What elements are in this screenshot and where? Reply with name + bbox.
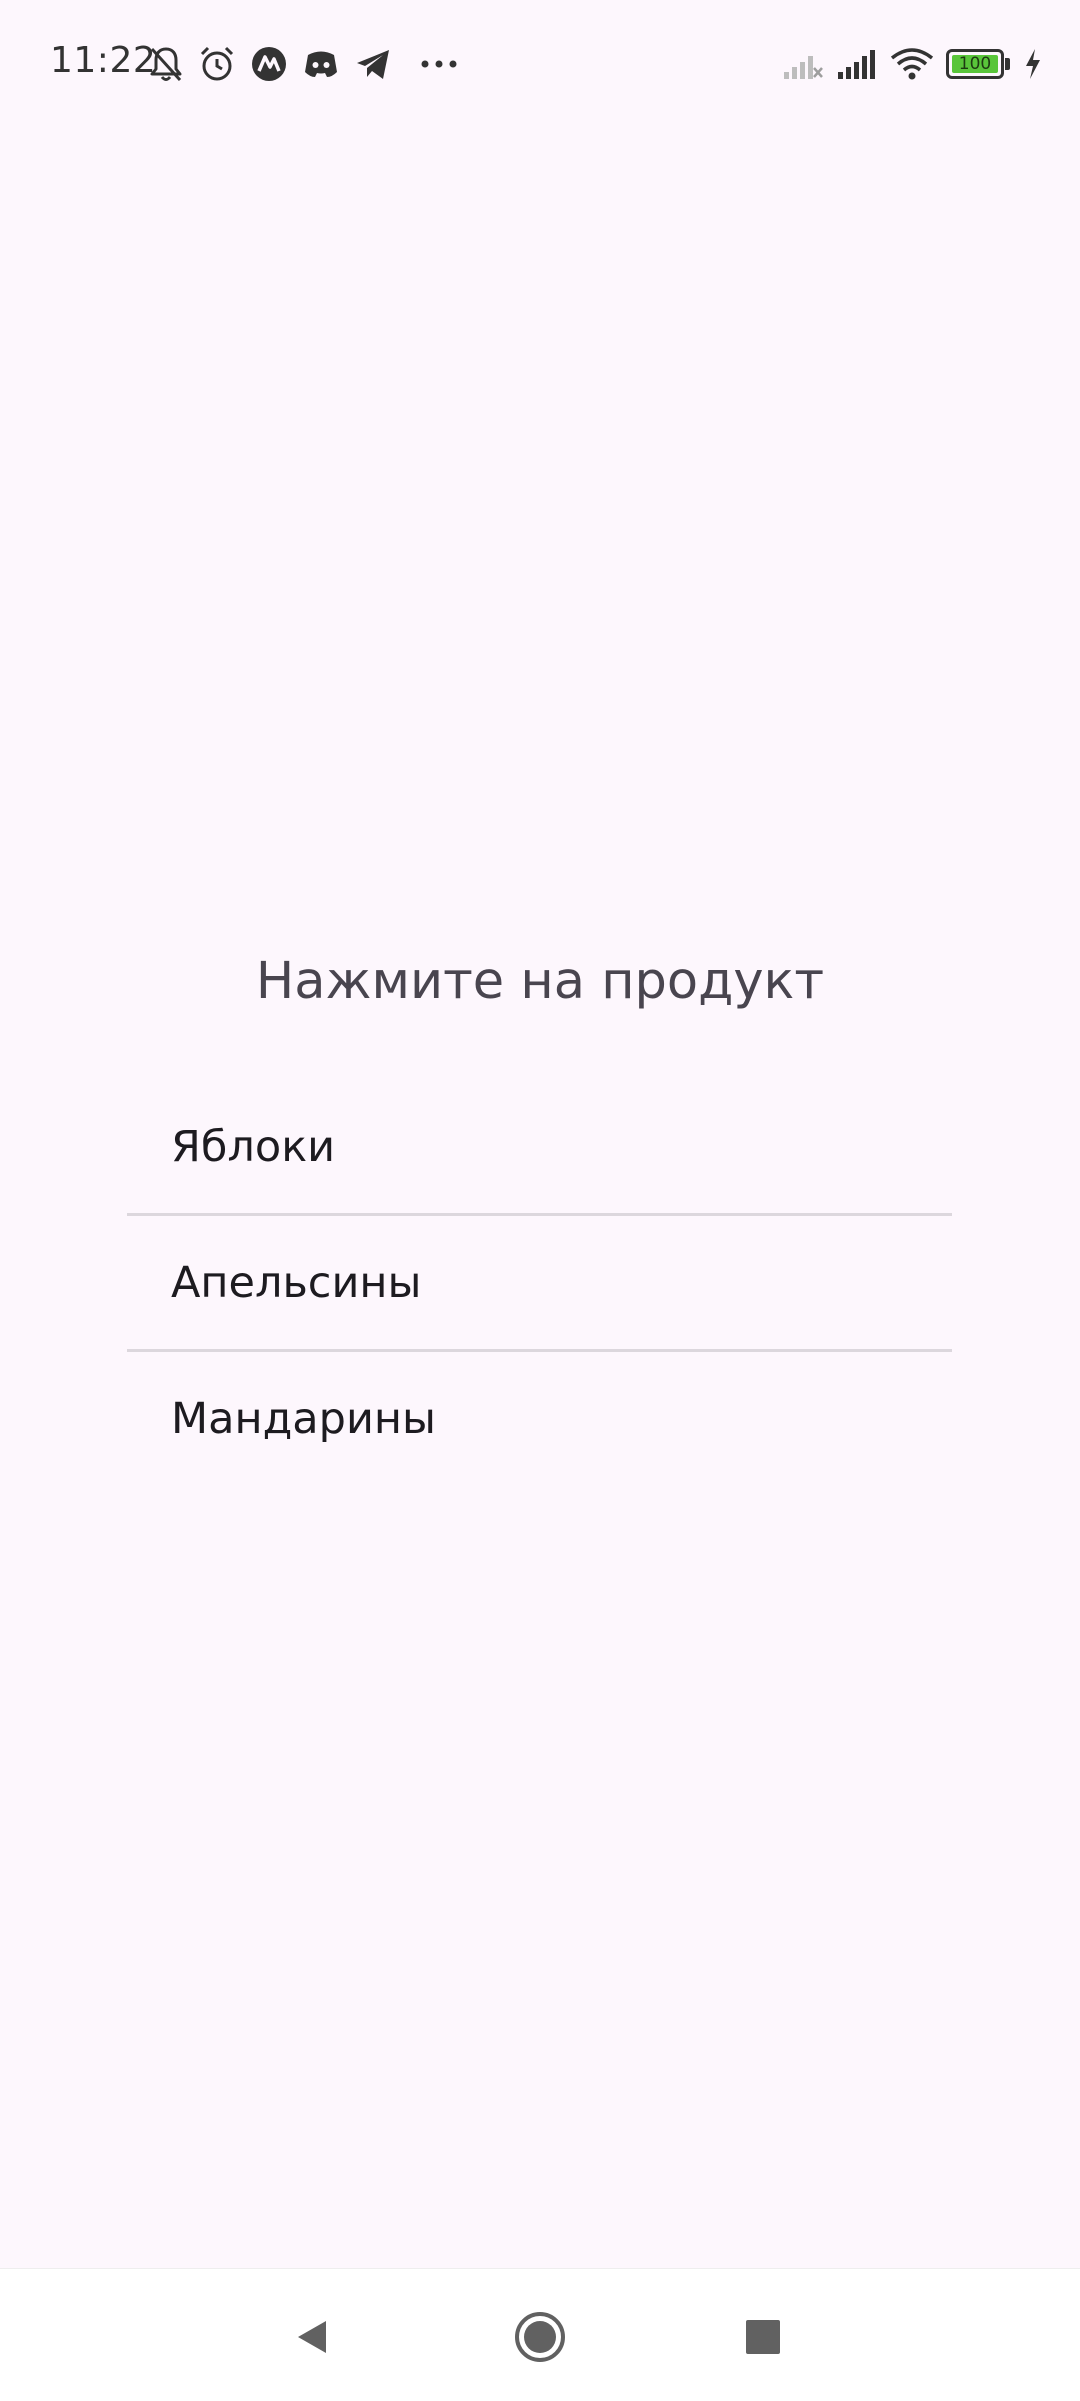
- discord-icon: [302, 45, 340, 83]
- wifi-icon: [890, 47, 934, 81]
- alarm-icon: [198, 45, 236, 83]
- charging-icon: [1024, 48, 1042, 80]
- battery-level: 100: [952, 55, 998, 73]
- notification-icons: [148, 44, 458, 84]
- telegram-icon: [354, 45, 392, 83]
- navigation-bar: [0, 2268, 1080, 2401]
- signal-icon: [836, 48, 878, 80]
- app-icon: [250, 45, 288, 83]
- status-time: 11:22: [50, 40, 157, 81]
- system-icons: 100: [782, 44, 1042, 84]
- recents-button[interactable]: [723, 2297, 803, 2377]
- back-icon: [298, 2321, 326, 2353]
- product-list: Яблоки Апельсины Мандарины: [127, 1080, 952, 1485]
- bell-off-icon: [148, 45, 184, 83]
- home-icon: [515, 2312, 565, 2362]
- battery-icon: 100: [946, 49, 1012, 79]
- recents-icon: [746, 2320, 780, 2354]
- signal-off-icon: [782, 48, 824, 80]
- page-title: Нажмите на продукт: [255, 952, 825, 1011]
- back-button[interactable]: [272, 2297, 352, 2377]
- status-bar: 11:22 100: [0, 0, 1080, 128]
- list-item-apples[interactable]: Яблоки: [127, 1080, 952, 1213]
- list-item-oranges[interactable]: Апельсины: [127, 1216, 952, 1349]
- list-item-mandarins[interactable]: Мандарины: [127, 1352, 952, 1485]
- home-button[interactable]: [500, 2297, 580, 2377]
- more-dots-icon: [420, 59, 458, 69]
